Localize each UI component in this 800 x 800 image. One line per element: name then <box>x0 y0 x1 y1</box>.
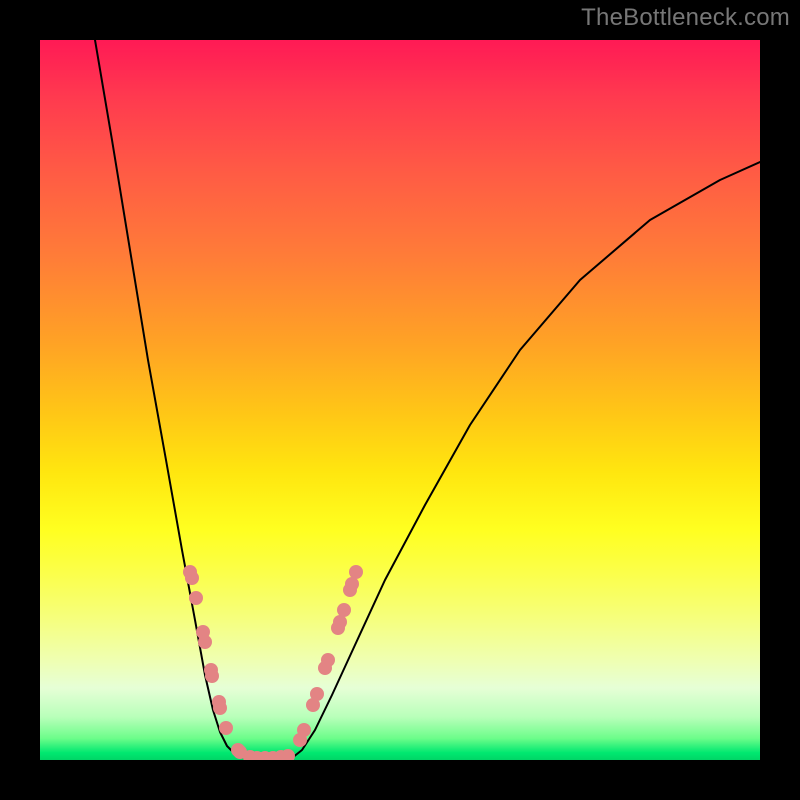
data-dot <box>185 571 199 585</box>
chart-frame: TheBottleneck.com <box>0 0 800 800</box>
data-dot <box>337 603 351 617</box>
data-dot <box>349 565 363 579</box>
data-dot <box>219 721 233 735</box>
data-dot <box>205 669 219 683</box>
bottleneck-curve <box>95 40 760 760</box>
data-dot <box>310 687 324 701</box>
data-dot <box>333 615 347 629</box>
data-dot <box>345 577 359 591</box>
data-dot <box>321 653 335 667</box>
data-dot <box>297 723 311 737</box>
data-dot <box>189 591 203 605</box>
data-dot <box>213 701 227 715</box>
plot-area <box>40 40 760 760</box>
curve-svg <box>40 40 760 760</box>
data-dot <box>198 635 212 649</box>
data-dots <box>183 565 363 760</box>
watermark-text: TheBottleneck.com <box>581 4 790 32</box>
